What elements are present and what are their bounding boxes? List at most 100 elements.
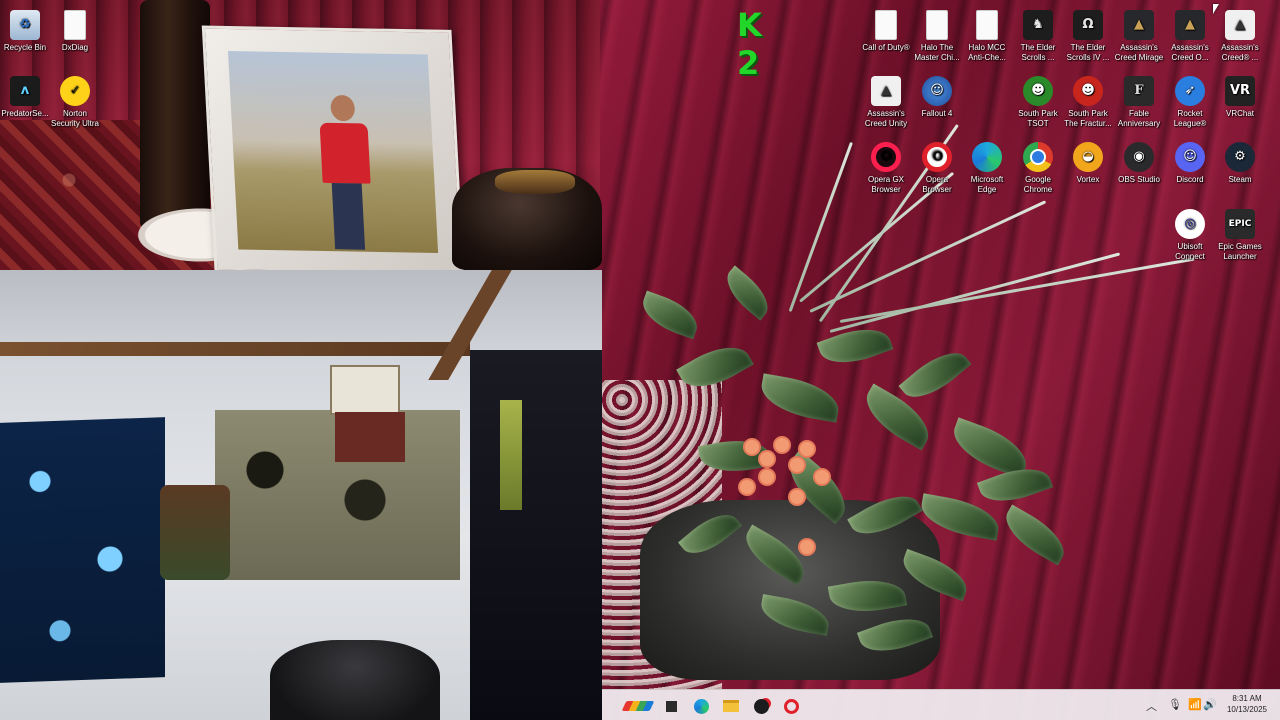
desktop-icon-label: Microsoft Edge — [970, 175, 1004, 194]
desktop-icon[interactable]: ☻ South Park TSOT — [1013, 72, 1063, 129]
plant-flower — [745, 440, 759, 454]
elder-scrolls-dragon-icon: ♞ — [1023, 10, 1053, 40]
obs-icon[interactable] — [750, 695, 772, 717]
desktop-icon-label: South Park The Fractur... — [1064, 109, 1112, 128]
desktop-icon[interactable]: ☺ Discord — [1165, 138, 1215, 185]
desktop-icon-label: Recycle Bin — [3, 43, 47, 52]
desktop-icon[interactable]: DxDiag — [50, 6, 100, 53]
desktop-icon-label: Ubisoft Connect — [1175, 242, 1205, 261]
desktop-icon[interactable]: ◒ Vortex — [1063, 138, 1113, 185]
desktop-icon-label: Opera Browser — [922, 175, 952, 194]
volume-icon[interactable]: 🔊 — [1203, 698, 1217, 711]
plant-flower — [790, 490, 804, 504]
desktop-icon[interactable]: ➶ Rocket League® — [1165, 72, 1215, 129]
windows-start-icon[interactable] — [621, 695, 655, 717]
desktop-icon[interactable]: ᴧ PredatorSe... — [0, 72, 50, 119]
microphone-icon[interactable]: 🎙 — [1168, 698, 1182, 711]
desktop-icon[interactable]: Google Chrome — [1013, 138, 1063, 195]
desktop-icon[interactable]: Call of Duty® — [861, 6, 911, 53]
desktop-icon-label: Halo MCC Anti-Che... — [968, 43, 1006, 62]
desktop-icon-label: VRChat — [1225, 109, 1254, 118]
desktop-icon[interactable]: ◎ Ubisoft Connect — [1165, 205, 1215, 262]
desktop-icon[interactable]: O Opera GX Browser — [861, 138, 911, 195]
webcam-red-box — [335, 412, 405, 462]
desktop-icon-label: OBS Studio — [1118, 175, 1160, 184]
webcam-wall-frame — [330, 365, 400, 415]
desktop-icon-label: Epic Games Launcher — [1218, 242, 1262, 261]
folder-icon[interactable] — [720, 695, 742, 717]
desktop-icon[interactable]: ▲ Assassin's Creed O... — [1165, 6, 1215, 63]
desktop-icon[interactable]: ⚙ Steam — [1215, 138, 1265, 185]
desktop-icon[interactable]: ♻ Recycle Bin — [0, 6, 50, 53]
vortex-icon: ◒ — [1073, 142, 1103, 172]
webcam-tapestry-blue — [0, 417, 165, 683]
clock-date: 10/13/2025 — [1226, 705, 1268, 714]
desktop-icon[interactable]: Microsoft Edge — [962, 138, 1012, 195]
wallpaper-pillar — [140, 0, 210, 230]
discord-icon: ☺ — [1175, 142, 1205, 172]
desktop-icon[interactable]: EPIC Epic Games Launcher — [1215, 205, 1265, 262]
plant-flower — [760, 470, 774, 484]
webcam-bag — [160, 485, 230, 580]
desktop-icon[interactable]: ▲ Assassin's Creed Unity — [861, 72, 911, 129]
rocket-league-icon: ➶ — [1175, 76, 1205, 106]
plant-flower — [775, 438, 789, 452]
tray-overflow-chevron-icon[interactable]: ︿ — [1146, 698, 1157, 714]
desktop-icon-label: The Elder Scrolls IV ... — [1066, 43, 1110, 62]
south-park-tsot-icon: ☻ — [1023, 76, 1053, 106]
elder-scrolls-oblivion-icon: Ω — [1073, 10, 1103, 40]
desktop-icon[interactable]: Halo MCC Anti-Che... — [962, 6, 1012, 63]
desktop-icon-label: Call of Duty® — [862, 43, 910, 52]
photo-person — [319, 94, 371, 250]
predator-sense-icon: ᴧ — [10, 76, 40, 106]
desktop-icon[interactable]: Ω The Elder Scrolls IV ... — [1063, 6, 1113, 63]
assassins-creed-unity-icon: ▲ — [871, 76, 901, 106]
overlay-logo: K 2 — [737, 6, 764, 82]
desktop-icon[interactable]: ✓ Norton Security Ultra — [50, 72, 100, 129]
desktop-icon[interactable]: ◉ OBS Studio — [1114, 138, 1164, 185]
desktop-icon[interactable]: O Opera Browser — [912, 138, 962, 195]
clock-time: 8:31 AM — [1232, 694, 1262, 703]
desktop-icon[interactable]: Halo The Master Chi... — [912, 6, 962, 63]
webcam-doorway — [470, 350, 602, 720]
taskbar: ︿ 🎙 📶 🔊 8:31 AM 10/13/2025 — [602, 689, 1280, 720]
opera-icon[interactable] — [780, 695, 802, 717]
fable-icon: F — [1124, 76, 1154, 106]
edge-icon[interactable] — [690, 695, 712, 717]
photo — [228, 51, 439, 253]
desktop-icon[interactable]: ☺ Fallout 4 — [912, 72, 962, 119]
edge-icon — [972, 142, 1002, 172]
desktop-icon-label: Halo The Master Chi... — [914, 43, 960, 62]
document-icon — [875, 10, 897, 40]
desktop-icon[interactable]: F Fable Anniversary — [1114, 72, 1164, 129]
system-clock[interactable]: 8:31 AM 10/13/2025 — [1222, 693, 1272, 715]
opera-gx-icon: O — [871, 142, 901, 172]
norton-icon: ✓ — [60, 76, 90, 106]
plant-flower — [815, 470, 829, 484]
steam-icon: ⚙ — [1225, 142, 1255, 172]
assassins-creed-odyssey-icon: ▲ — [1175, 10, 1205, 40]
south-park-fractured-icon: ☻ — [1073, 76, 1103, 106]
wifi-icon[interactable]: 📶 — [1188, 698, 1202, 711]
mouse-cursor-icon — [1213, 4, 1219, 14]
task-view-icon[interactable] — [660, 695, 682, 717]
epic-games-icon: EPIC — [1225, 209, 1255, 239]
desktop-icon-label: Vortex — [1076, 175, 1100, 184]
plant-flower — [740, 480, 754, 494]
recycle-bin-icon: ♻ — [10, 10, 40, 40]
document-icon — [64, 10, 86, 40]
desktop-icon-label: PredatorSe... — [1, 109, 49, 118]
plant-flower — [800, 442, 814, 456]
desktop-icon[interactable]: ▲ Assassin's Creed Mirage — [1114, 6, 1164, 63]
desktop-icon-label: DxDiag — [61, 43, 89, 52]
desktop-icon-label: The Elder Scrolls ... — [1020, 43, 1056, 62]
desktop-icon-label: Assassin's Creed Mirage — [1114, 43, 1164, 62]
desktop-icon[interactable]: ▲ Assassin's Creed® ... — [1215, 6, 1265, 63]
desktop-icon[interactable]: ☻ South Park The Fractur... — [1063, 72, 1113, 129]
webcam-overlay — [0, 270, 602, 720]
desktop-icon[interactable]: ♞ The Elder Scrolls ... — [1013, 6, 1063, 63]
desktop-icon[interactable]: VR VRChat — [1215, 72, 1265, 119]
webcam-hanging-item — [500, 400, 522, 510]
desktop-icon-label: Rocket League® — [1173, 109, 1207, 128]
chrome-icon — [1023, 142, 1053, 172]
